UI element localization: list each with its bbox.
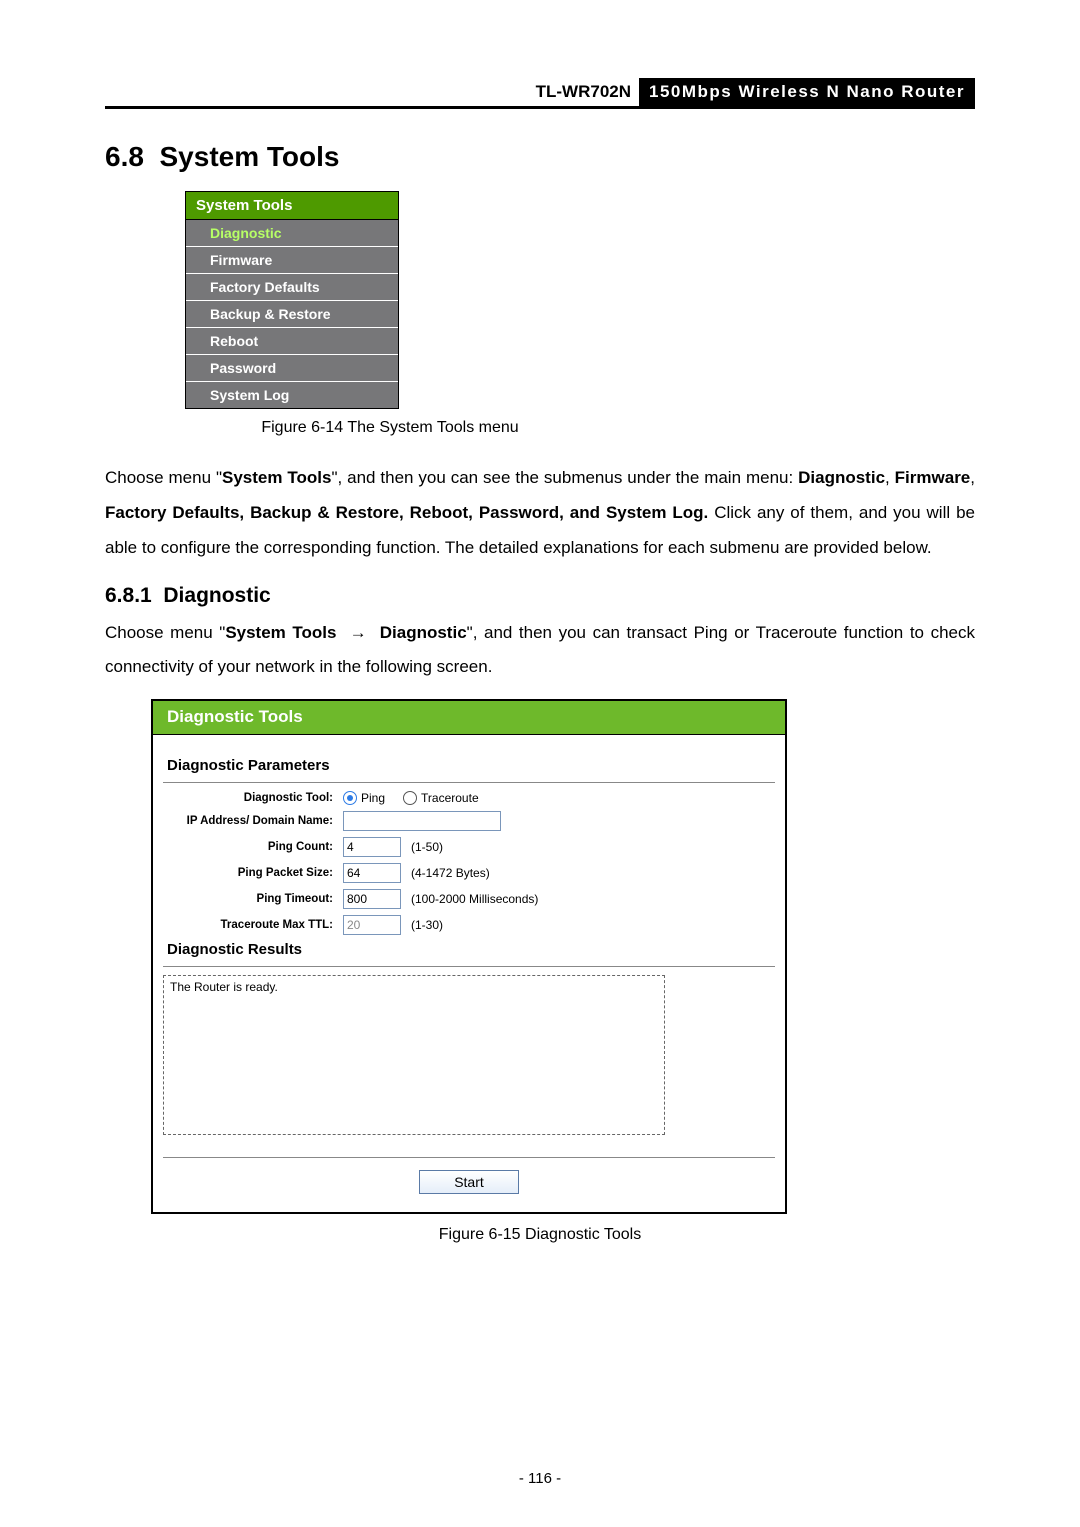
menu-item-reboot[interactable]: Reboot	[186, 328, 398, 355]
header-model: TL-WR702N	[105, 78, 639, 106]
ping-radio[interactable]	[343, 791, 357, 805]
bold-text: System Tools	[225, 623, 336, 642]
ping-packet-size-label: Ping Packet Size:	[163, 867, 343, 879]
section-heading: 6.8 System Tools	[105, 141, 975, 173]
document-header: TL-WR702N 150Mbps Wireless N Nano Router	[105, 78, 975, 109]
bold-text: Factory Defaults, Backup & Restore, Rebo…	[105, 503, 708, 522]
diagnostic-tools-panel: Diagnostic Tools Diagnostic Parameters D…	[151, 699, 787, 1214]
ip-address-input[interactable]	[343, 811, 501, 831]
ping-timeout-hint: (100-2000 Milliseconds)	[411, 892, 538, 906]
bold-text: System Tools	[222, 468, 331, 487]
text: ,	[885, 468, 895, 487]
intro-paragraph: Choose menu "System Tools", and then you…	[105, 461, 975, 566]
bold-text: Diagnostic	[380, 623, 467, 642]
ping-count-hint: (1-50)	[411, 840, 443, 854]
ping-count-label: Ping Count:	[163, 841, 343, 853]
ping-timeout-input[interactable]	[343, 889, 401, 909]
menu-item-system-log[interactable]: System Log	[186, 382, 398, 408]
ping-radio-label: Ping	[361, 791, 385, 805]
traceroute-radio[interactable]	[403, 791, 417, 805]
diagnostic-results-box: The Router is ready.	[163, 975, 665, 1135]
menu-item-factory-defaults[interactable]: Factory Defaults	[186, 274, 398, 301]
menu-item-diagnostic[interactable]: Diagnostic	[186, 220, 398, 247]
ping-packet-size-input[interactable]	[343, 863, 401, 883]
section-title: System Tools	[160, 141, 340, 172]
section-number: 6.8	[105, 141, 144, 172]
figure-6-14-caption: Figure 6-14 The System Tools menu	[261, 419, 518, 437]
ping-packet-size-hint: (4-1472 Bytes)	[411, 866, 490, 880]
ping-count-input[interactable]	[343, 837, 401, 857]
bold-text: Firmware	[895, 468, 971, 487]
menu-item-password[interactable]: Password	[186, 355, 398, 382]
subsection-number: 6.8.1	[105, 584, 152, 607]
arrow-icon: →	[350, 623, 367, 642]
text: Choose menu "	[105, 623, 225, 642]
ip-address-label: IP Address/ Domain Name:	[163, 815, 343, 827]
menu-item-backup-restore[interactable]: Backup & Restore	[186, 301, 398, 328]
text: ,	[970, 468, 975, 487]
diagnostic-result-text: The Router is ready.	[170, 980, 278, 994]
traceroute-max-ttl-input	[343, 915, 401, 935]
diagnostic-paragraph: Choose menu "System Tools → Diagnostic",…	[105, 616, 975, 686]
bold-text: Diagnostic	[798, 468, 885, 487]
subsection-title: Diagnostic	[163, 584, 270, 607]
system-tools-menu: System Tools Diagnostic Firmware Factory…	[185, 191, 399, 409]
traceroute-max-ttl-hint: (1-30)	[411, 918, 443, 932]
diagnostic-tool-label: Diagnostic Tool:	[163, 792, 343, 804]
header-description: 150Mbps Wireless N Nano Router	[639, 78, 975, 106]
menu-item-firmware[interactable]: Firmware	[186, 247, 398, 274]
figure-6-15-caption: Figure 6-15 Diagnostic Tools	[105, 1226, 975, 1244]
page-number: - 116 -	[0, 1470, 1080, 1487]
start-button[interactable]: Start	[419, 1170, 519, 1194]
diagnostic-panel-title: Diagnostic Tools	[153, 701, 785, 735]
diagnostic-parameters-label: Diagnostic Parameters	[163, 757, 775, 783]
traceroute-max-ttl-label: Traceroute Max TTL:	[163, 919, 343, 931]
diagnostic-results-label: Diagnostic Results	[163, 941, 775, 967]
text: ", and then you can see the submenus und…	[331, 468, 798, 487]
menu-header: System Tools	[186, 192, 398, 220]
traceroute-radio-label: Traceroute	[421, 791, 479, 805]
ping-timeout-label: Ping Timeout:	[163, 893, 343, 905]
subsection-heading: 6.8.1 Diagnostic	[105, 584, 975, 608]
text: Choose menu "	[105, 468, 222, 487]
